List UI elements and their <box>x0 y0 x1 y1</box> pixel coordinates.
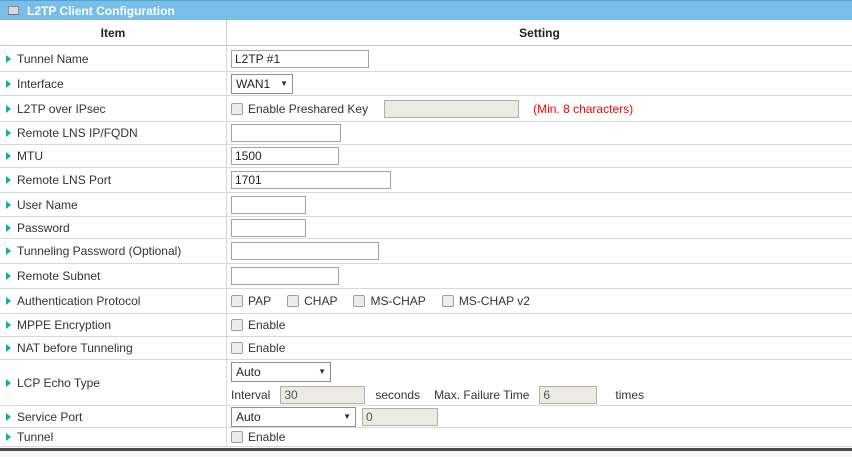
row-label: Remote Subnet <box>17 269 100 283</box>
mppe-enable-label: Enable <box>248 318 285 332</box>
section-title-bar: L2TP Client Configuration <box>0 0 852 20</box>
row-password: Password <box>0 217 852 239</box>
row-label: Remote LNS IP/FQDN <box>17 126 138 140</box>
row-lcp-echo-type: LCP Echo Type Auto ▼ Interval seconds Ma… <box>0 360 852 406</box>
ms-chap-v2-checkbox[interactable] <box>442 295 454 307</box>
ms-chap-label: MS-CHAP <box>370 294 425 308</box>
row-authentication-protocol: Authentication Protocol PAP CHAP MS-CHAP… <box>0 289 852 314</box>
row-bullet-icon <box>6 344 11 352</box>
row-bullet-icon <box>6 297 11 305</box>
tunneling-password-input[interactable] <box>231 242 379 260</box>
bottom-area <box>0 451 852 457</box>
dropdown-arrow-icon: ▼ <box>318 367 326 376</box>
interface-select-value: WAN1 <box>236 77 270 91</box>
enable-preshared-key-label: Enable Preshared Key <box>248 102 368 116</box>
row-tunneling-password: Tunneling Password (Optional) <box>0 239 852 264</box>
pap-checkbox[interactable] <box>231 295 243 307</box>
row-label: L2TP over IPsec <box>17 102 106 116</box>
row-service-port: Service Port Auto ▼ <box>0 406 852 428</box>
row-label: Remote LNS Port <box>17 173 111 187</box>
service-port-select-value: Auto <box>236 410 261 424</box>
row-interface: Interface WAN1 ▼ <box>0 72 852 96</box>
remote-lns-port-input[interactable] <box>231 171 391 189</box>
table-header-row: Item Setting <box>0 20 852 46</box>
row-remote-lns-ip: Remote LNS IP/FQDN <box>0 122 852 145</box>
row-label: User Name <box>17 198 78 212</box>
interval-label: Interval <box>231 388 270 402</box>
row-bullet-icon <box>6 129 11 137</box>
row-label: Tunnel <box>17 430 53 444</box>
chap-label: CHAP <box>304 294 337 308</box>
row-bullet-icon <box>6 247 11 255</box>
row-bullet-icon <box>6 152 11 160</box>
row-bullet-icon <box>6 80 11 88</box>
row-bullet-icon <box>6 321 11 329</box>
row-bullet-icon <box>6 379 11 387</box>
remote-lns-ip-input[interactable] <box>231 124 341 142</box>
user-name-input[interactable] <box>231 196 306 214</box>
row-bullet-icon <box>6 201 11 209</box>
row-bullet-icon <box>6 433 11 441</box>
row-label: NAT before Tunneling <box>17 341 133 355</box>
l2tp-client-configuration-panel: L2TP Client Configuration Item Setting T… <box>0 0 852 457</box>
row-label: Authentication Protocol <box>17 294 140 308</box>
row-label: Interface <box>17 77 64 91</box>
service-port-select[interactable]: Auto ▼ <box>231 407 356 427</box>
row-tunnel: Tunnel Enable <box>0 428 852 447</box>
mppe-enable-checkbox[interactable] <box>231 319 243 331</box>
max-failure-label: Max. Failure Time <box>434 388 529 402</box>
lcp-echo-type-select[interactable]: Auto ▼ <box>231 362 331 382</box>
preshared-key-hint: (Min. 8 characters) <box>533 102 633 116</box>
row-label: Service Port <box>17 410 82 424</box>
row-label: LCP Echo Type <box>17 376 100 390</box>
row-bullet-icon <box>6 55 11 63</box>
mtu-input[interactable] <box>231 147 339 165</box>
interval-input[interactable] <box>280 386 365 404</box>
max-failure-input[interactable] <box>539 386 597 404</box>
column-header-setting: Setting <box>227 20 852 45</box>
row-nat-before-tunneling: NAT before Tunneling Enable <box>0 337 852 360</box>
row-label: Tunnel Name <box>17 52 89 66</box>
row-user-name: User Name <box>0 193 852 217</box>
dropdown-arrow-icon: ▼ <box>280 79 288 88</box>
ms-chap-v2-label: MS-CHAP v2 <box>459 294 530 308</box>
section-title: L2TP Client Configuration <box>27 4 175 18</box>
lcp-echo-type-select-value: Auto <box>236 365 261 379</box>
row-bullet-icon <box>6 105 11 113</box>
chap-checkbox[interactable] <box>287 295 299 307</box>
pap-label: PAP <box>248 294 271 308</box>
enable-preshared-key-checkbox[interactable] <box>231 103 243 115</box>
password-input[interactable] <box>231 219 306 237</box>
row-bullet-icon <box>6 272 11 280</box>
row-remote-lns-port: Remote LNS Port <box>0 168 852 193</box>
tunnel-enable-checkbox[interactable] <box>231 431 243 443</box>
preshared-key-input[interactable] <box>384 100 519 118</box>
row-bullet-icon <box>6 176 11 184</box>
row-tunnel-name: Tunnel Name <box>0 46 852 72</box>
row-bullet-icon <box>6 224 11 232</box>
tunnel-name-input[interactable] <box>231 50 369 68</box>
row-l2tp-over-ipsec: L2TP over IPsec Enable Preshared Key (Mi… <box>0 96 852 122</box>
max-failure-unit-label: times <box>615 388 644 402</box>
row-label: MPPE Encryption <box>17 318 111 332</box>
row-mppe-encryption: MPPE Encryption Enable <box>0 314 852 337</box>
column-header-item: Item <box>0 20 227 45</box>
nat-enable-label: Enable <box>248 341 285 355</box>
row-label: MTU <box>17 149 43 163</box>
service-port-input[interactable] <box>362 408 438 426</box>
row-label: Tunneling Password (Optional) <box>17 244 181 258</box>
ms-chap-checkbox[interactable] <box>353 295 365 307</box>
dropdown-arrow-icon: ▼ <box>343 412 351 421</box>
nat-enable-checkbox[interactable] <box>231 342 243 354</box>
section-marker-icon <box>8 6 19 15</box>
row-mtu: MTU <box>0 145 852 168</box>
row-label: Password <box>17 221 70 235</box>
interval-unit-label: seconds <box>375 388 420 402</box>
interface-select[interactable]: WAN1 ▼ <box>231 74 293 94</box>
tunnel-enable-label: Enable <box>248 430 285 444</box>
row-remote-subnet: Remote Subnet <box>0 264 852 289</box>
row-bullet-icon <box>6 413 11 421</box>
remote-subnet-input[interactable] <box>231 267 339 285</box>
